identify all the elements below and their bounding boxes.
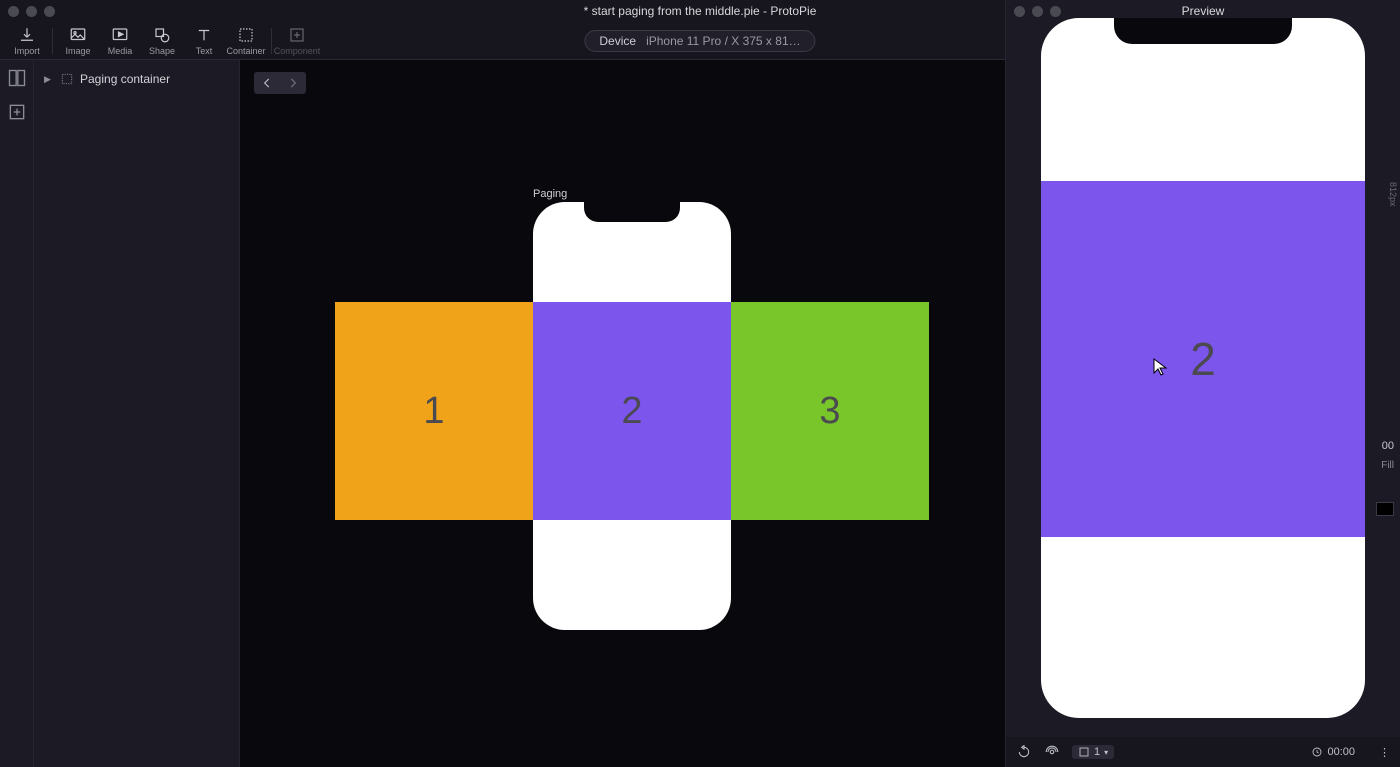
preview-title: Preview bbox=[1006, 4, 1400, 18]
maximize-window-icon[interactable] bbox=[1050, 6, 1061, 17]
preview-traffic-lights bbox=[1014, 6, 1061, 17]
more-icon[interactable]: ⋮ bbox=[1379, 746, 1390, 759]
canvas-nav bbox=[254, 72, 306, 94]
preview-body: 2 812px 00 Fill bbox=[1006, 22, 1400, 737]
maximize-window-icon[interactable] bbox=[44, 6, 55, 17]
nav-back-button[interactable] bbox=[254, 72, 280, 94]
preview-window: Preview 2 812px 00 Fill 1 bbox=[1005, 0, 1400, 767]
scene-page-indicator[interactable]: 1 ▾ bbox=[1072, 745, 1114, 759]
sensor-icon[interactable] bbox=[1044, 744, 1060, 760]
container-tool-label: Container bbox=[226, 46, 265, 56]
container-icon bbox=[60, 72, 74, 86]
shape-tool-button[interactable]: Shape bbox=[141, 22, 183, 60]
artboard-label[interactable]: Paging bbox=[533, 188, 567, 200]
device-label: Device bbox=[599, 34, 636, 48]
height-hint: 812px bbox=[1388, 182, 1398, 207]
import-button[interactable]: Import bbox=[6, 22, 48, 60]
cursor-icon bbox=[1153, 358, 1167, 379]
page-2-block[interactable]: 2 bbox=[533, 302, 731, 520]
fill-swatch[interactable] bbox=[1376, 502, 1394, 516]
left-rail bbox=[0, 60, 34, 767]
page-3-block[interactable]: 3 bbox=[731, 302, 929, 520]
page-3-label: 3 bbox=[819, 390, 840, 433]
phone-notch-icon bbox=[584, 202, 680, 222]
layer-label: Paging container bbox=[80, 72, 170, 86]
shape-tool-label: Shape bbox=[149, 46, 175, 56]
preview-notch-icon bbox=[1114, 18, 1292, 44]
caret-right-icon[interactable]: ▶ bbox=[44, 74, 54, 85]
image-tool-button[interactable]: Image bbox=[57, 22, 99, 60]
minimize-window-icon[interactable] bbox=[1032, 6, 1043, 17]
media-tool-button[interactable]: Media bbox=[99, 22, 141, 60]
fill-label: Fill bbox=[1381, 460, 1394, 471]
toolbar-divider bbox=[52, 28, 53, 54]
page-1-block[interactable]: 1 bbox=[335, 302, 533, 520]
page-1-label: 1 bbox=[423, 390, 444, 433]
component-tool-button[interactable]: Component bbox=[276, 22, 318, 60]
component-tool-label: Component bbox=[274, 46, 321, 56]
preview-phone[interactable]: 2 bbox=[1041, 18, 1365, 718]
scene-panel-icon[interactable] bbox=[7, 68, 27, 88]
media-tool-label: Media bbox=[108, 46, 133, 56]
layer-row-paging-container[interactable]: ▶ Paging container bbox=[34, 66, 239, 92]
preview-page-2[interactable]: 2 bbox=[1041, 181, 1365, 537]
preview-footer: 1 ▾ 00:00 ⋮ bbox=[1006, 737, 1400, 767]
opacity-value: 00 bbox=[1382, 440, 1394, 452]
restart-icon[interactable] bbox=[1016, 744, 1032, 760]
minimize-window-icon[interactable] bbox=[26, 6, 37, 17]
page-2-label: 2 bbox=[621, 390, 642, 433]
toolbar-divider bbox=[271, 28, 272, 54]
traffic-lights bbox=[8, 6, 55, 17]
scene-page-number: 1 bbox=[1094, 746, 1100, 758]
container-tool-button[interactable]: Container bbox=[225, 22, 267, 60]
text-tool-label: Text bbox=[196, 46, 213, 56]
timer-value: 00:00 bbox=[1327, 746, 1355, 758]
image-tool-label: Image bbox=[65, 46, 90, 56]
add-scene-icon[interactable] bbox=[7, 102, 27, 122]
preview-timer: 00:00 bbox=[1311, 746, 1355, 758]
device-selector[interactable]: Device iPhone 11 Pro / X 375 x 81… bbox=[584, 30, 815, 52]
text-tool-button[interactable]: Text bbox=[183, 22, 225, 60]
import-label: Import bbox=[14, 46, 40, 56]
close-window-icon[interactable] bbox=[8, 6, 19, 17]
device-value: iPhone 11 Pro / X 375 x 81… bbox=[646, 34, 801, 48]
layers-panel: ▶ Paging container bbox=[34, 60, 240, 767]
chevron-down-icon: ▾ bbox=[1104, 748, 1108, 757]
preview-page-label: 2 bbox=[1190, 332, 1216, 386]
nav-forward-button[interactable] bbox=[280, 72, 306, 94]
close-window-icon[interactable] bbox=[1014, 6, 1025, 17]
